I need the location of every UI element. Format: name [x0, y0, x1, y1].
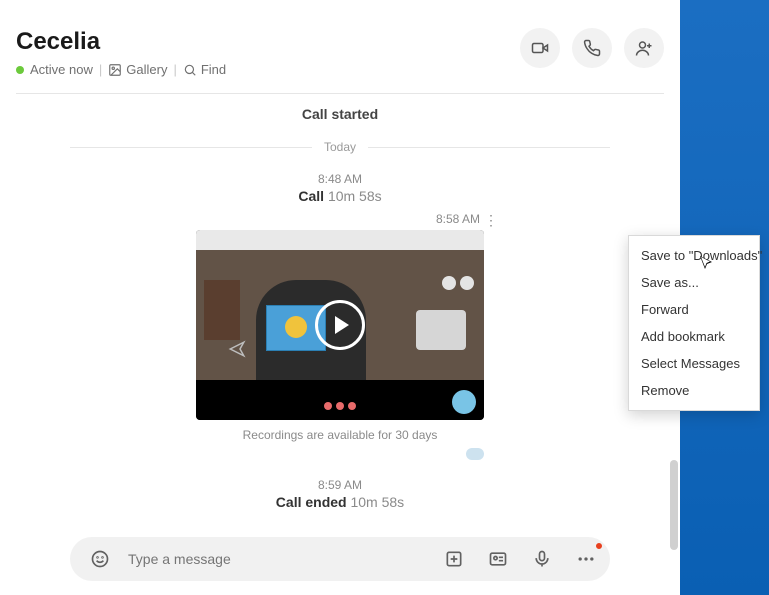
gallery-icon: [108, 63, 122, 77]
menu-select-messages[interactable]: Select Messages: [629, 350, 759, 377]
voice-message-button[interactable]: [526, 543, 558, 575]
contact-subheader: Active now | Gallery | Find: [16, 62, 226, 77]
message-list[interactable]: Call started Today 8:48 AM Call 10m 58s …: [0, 106, 680, 510]
menu-remove[interactable]: Remove: [629, 377, 759, 404]
menu-save-as[interactable]: Save as...: [629, 269, 759, 296]
header-divider: [16, 93, 664, 94]
video-call-button[interactable]: [520, 28, 560, 68]
message-timestamp: 8:59 AM: [70, 478, 610, 492]
add-participant-button[interactable]: [624, 28, 664, 68]
emoji-icon: [90, 549, 110, 569]
menu-save-to-downloads[interactable]: Save to "Downloads": [629, 242, 759, 269]
contact-card-button[interactable]: [482, 543, 514, 575]
person-add-icon: [635, 39, 653, 57]
presence-dot-icon: [16, 66, 24, 74]
message-timestamp: 8:48 AM: [70, 172, 610, 186]
call-started-event: Call started: [70, 106, 610, 122]
menu-add-bookmark[interactable]: Add bookmark: [629, 323, 759, 350]
emoji-button[interactable]: [84, 543, 116, 575]
context-menu: Save to "Downloads" Save as... Forward A…: [628, 235, 760, 411]
attach-file-button[interactable]: [438, 543, 470, 575]
more-button[interactable]: [570, 543, 602, 575]
menu-forward[interactable]: Forward: [629, 296, 759, 323]
message-timestamp: 8:58 AM: [436, 212, 480, 226]
notification-badge-icon: [594, 541, 604, 551]
audio-call-button[interactable]: [572, 28, 612, 68]
contact-card-icon: [488, 549, 508, 569]
presence-text: Active now: [30, 62, 93, 77]
skype-chat-window: Cecelia Active now | Gallery | Find: [0, 0, 680, 595]
recording-caption: Recordings are available for 30 days: [196, 428, 484, 442]
forward-outline-icon[interactable]: [228, 340, 246, 358]
video-icon: [531, 39, 549, 57]
gallery-link[interactable]: Gallery: [108, 62, 167, 77]
message-composer: [70, 537, 610, 581]
recording-message: 8:58 AM ⋮ Recordings are available: [196, 212, 484, 460]
search-icon: [183, 63, 197, 77]
message-more-button[interactable]: ⋮: [484, 212, 498, 229]
message-input[interactable]: [128, 551, 426, 567]
recording-thumbnail[interactable]: [196, 230, 484, 420]
attach-icon: [444, 549, 464, 569]
chat-header: Cecelia Active now | Gallery | Find: [0, 0, 680, 94]
call-event-1: 8:48 AM Call 10m 58s: [70, 172, 610, 204]
contact-name[interactable]: Cecelia: [16, 28, 226, 56]
phone-icon: [583, 39, 601, 57]
more-horizontal-icon: [576, 549, 596, 569]
scrollbar-thumb[interactable]: [670, 460, 678, 550]
microphone-icon: [532, 549, 552, 569]
play-icon: [315, 300, 365, 350]
find-link[interactable]: Find: [183, 62, 226, 77]
read-receipt-icon: [466, 448, 484, 460]
call-ended-event: 8:59 AM Call ended 10m 58s: [70, 478, 610, 510]
date-divider: Today: [70, 140, 610, 154]
mouse-cursor-icon: [700, 256, 716, 272]
